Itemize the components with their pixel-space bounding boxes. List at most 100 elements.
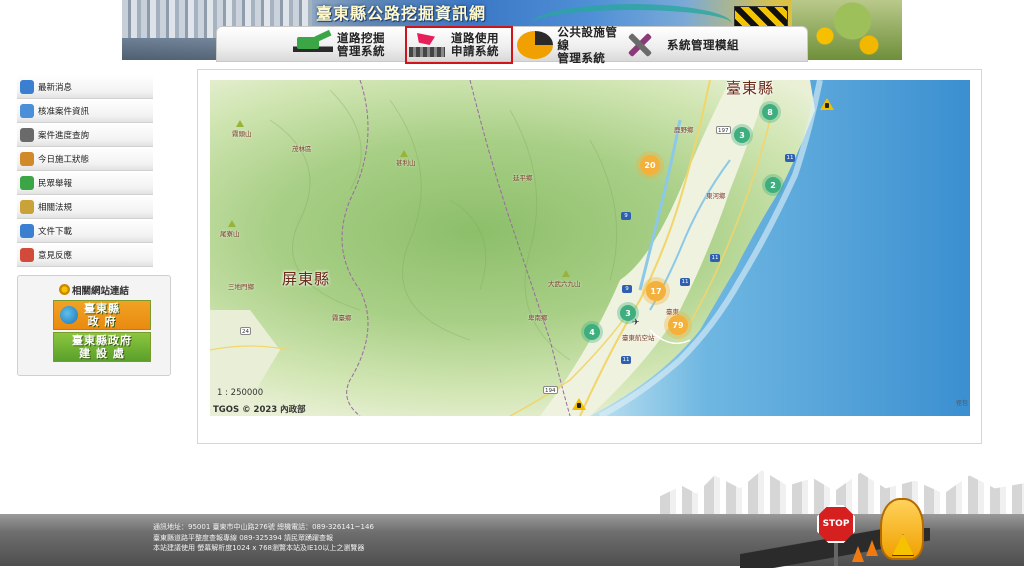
road-shield: 194 — [543, 386, 558, 394]
county-emblem-icon — [60, 306, 78, 324]
airport-icon: ✈ — [632, 318, 640, 328]
nav-system-management[interactable]: 系統管理模組 — [623, 29, 743, 61]
footer-hotline: 臺東縣道路平整度查報專線 089-325394 請民眾踴躍查報 — [153, 533, 334, 542]
marker-cluster[interactable]: 79 — [668, 315, 688, 335]
place-label: 三地門鄉 — [228, 283, 254, 291]
link-taitung-construction-department[interactable]: 臺東縣政府 建 設 處 — [53, 332, 151, 362]
sidebar-item-today-construction[interactable]: 今日施工狀態 — [17, 147, 153, 171]
place-label: 甚利山 — [396, 159, 416, 167]
road-shield: 11 — [621, 356, 631, 364]
main-nav: 道路挖掘 管理系統 道路使用 申請系統 公共設施管線 管理系統 系統管理模組 — [216, 24, 808, 64]
related-links-title: 相關網站連結 — [18, 283, 170, 297]
map-view[interactable]: 臺東縣 屏東縣 霧頭山 茂林區 甚利山 延平鄉 尾寮山 三地門鄉 霧臺鄉 大武六… — [210, 80, 970, 416]
road-shield: 24 — [240, 327, 251, 335]
sidebar-item-downloads[interactable]: 文件下載 — [17, 219, 153, 243]
truck-icon — [20, 151, 34, 166]
link-taitung-county-government[interactable]: 臺東縣 政 府 — [53, 300, 151, 330]
construction-warning-icon[interactable] — [572, 398, 586, 410]
pie-chart-icon — [517, 31, 554, 59]
sidebar-item-label: 相關法規 — [38, 202, 73, 213]
sidebar-item-label: 今日施工狀態 — [38, 154, 90, 165]
map-terrain — [210, 80, 970, 416]
road-shield: 11 — [785, 154, 795, 162]
nav-label: 公共設施管線 — [557, 24, 618, 52]
sidebar-item-news[interactable]: 最新消息 — [17, 75, 153, 99]
flowers-image — [792, 0, 902, 60]
search-icon — [20, 79, 34, 94]
marker-cluster[interactable]: 4 — [584, 324, 600, 340]
nav-public-facility-pipeline[interactable]: 公共設施管線 管理系統 — [517, 24, 623, 64]
marker-cluster[interactable]: 2 — [765, 177, 781, 193]
tools-icon — [623, 31, 663, 59]
site-title: 臺東縣公路挖掘資訊網 — [316, 4, 487, 23]
mountain-marker-icon — [236, 120, 244, 127]
link-badge-icon — [58, 284, 70, 295]
road-shield: 9 — [622, 285, 632, 293]
feedback-icon — [20, 247, 34, 262]
law-icon — [20, 199, 34, 214]
link-label: 政 府 — [87, 315, 117, 328]
place-label: 霧頭山 — [232, 130, 252, 138]
road-shield: 9 — [621, 212, 631, 220]
stop-sign-text: STOP — [822, 519, 850, 529]
report-icon — [20, 175, 34, 190]
map-scale: 1 : 250000 — [217, 388, 264, 398]
mountain-marker-icon — [228, 220, 236, 227]
place-label: 延平鄉 — [513, 174, 533, 182]
nav-label: 管理系統 — [337, 44, 385, 58]
place-label: 鹿野鄉 — [674, 126, 694, 134]
road-barrier-image — [734, 6, 788, 28]
sidebar-item-case-progress[interactable]: 案件進度查詢 — [17, 123, 153, 147]
footer-info: 通訊地址：95001 臺東市中山路276號 總機電話：089-326141~14… — [153, 522, 374, 554]
nav-label: 管理系統 — [557, 50, 606, 65]
link-label: 臺東縣 — [84, 302, 120, 315]
marker-cluster[interactable]: 3 — [734, 127, 750, 143]
construction-warning-icon[interactable] — [820, 98, 834, 110]
sidebar-item-label: 核准案件資訊 — [38, 106, 90, 117]
sidebar-item-label: 最新消息 — [38, 82, 73, 93]
place-label: 臺東航空站 — [622, 334, 655, 342]
nav-label: 系統管理模組 — [667, 37, 739, 52]
road-shield: 11 — [680, 278, 690, 286]
traffic-cone-icon — [852, 546, 864, 562]
link-label: 臺東縣政府 — [72, 334, 132, 347]
place-label: 卑南鄉 — [528, 314, 548, 322]
download-icon — [20, 223, 34, 238]
place-label: 東河鄉 — [706, 192, 726, 200]
marker-cluster[interactable]: 8 — [762, 104, 778, 120]
marker-cluster[interactable]: 3 — [620, 305, 636, 321]
county-label-taitung: 臺東縣 — [726, 80, 775, 97]
nav-label: 申請系統 — [451, 44, 499, 58]
road-shield: 11 — [710, 254, 720, 262]
road-flag-icon — [407, 31, 447, 59]
place-label: 尾寮山 — [220, 230, 240, 238]
place-label: 大武六九山 — [548, 280, 581, 288]
place-label: 茂林區 — [292, 145, 312, 153]
mountain-marker-icon — [562, 270, 570, 277]
place-label: 霧臺鄉 — [332, 314, 352, 322]
sidebar-item-label: 民眾舉報 — [38, 178, 73, 189]
mountain-marker-icon — [400, 150, 408, 157]
stop-sign-icon: STOP — [817, 505, 855, 543]
sidebar-item-public-report[interactable]: 民眾舉報 — [17, 171, 153, 195]
county-label-pingtung: 屏東縣 — [282, 270, 331, 288]
traffic-cone-icon — [866, 540, 878, 556]
marker-cluster[interactable]: 20 — [640, 155, 660, 175]
map-panel: 臺東縣 屏東縣 霧頭山 茂林區 甚利山 延平鄉 尾寮山 三地門鄉 霧臺鄉 大武六… — [197, 69, 982, 444]
excavator-icon — [293, 31, 333, 59]
nav-road-use-application[interactable]: 道路使用 申請系統 — [405, 26, 513, 64]
footer-browser-note: 本站建議使用 螢幕解析度1024 x 768瀏覽本站及IE10以上之瀏覽器 — [153, 544, 365, 552]
sidebar-item-regulations[interactable]: 相關法規 — [17, 195, 153, 219]
construction-mascot-image — [880, 498, 924, 560]
related-links-box: 相關網站連結 臺東縣 政 府 臺東縣政府 建 設 處 — [17, 275, 171, 376]
sidebar-item-feedback[interactable]: 意見反應 — [17, 243, 153, 267]
related-links-title-text: 相關網站連結 — [71, 286, 129, 297]
road-shield: 197 — [716, 126, 731, 134]
sidebar-item-label: 文件下載 — [38, 226, 73, 237]
sidebar-item-approved-cases[interactable]: 核准案件資訊 — [17, 99, 153, 123]
marker-cluster[interactable]: 17 — [646, 281, 666, 301]
sidebar-menu: 最新消息 核准案件資訊 案件進度查詢 今日施工狀態 民眾舉報 相關法規 文件下載… — [17, 75, 153, 267]
nav-road-excavation[interactable]: 道路挖掘 管理系統 — [293, 29, 403, 61]
sidebar-item-label: 案件進度查詢 — [38, 130, 90, 141]
document-icon — [20, 103, 34, 118]
